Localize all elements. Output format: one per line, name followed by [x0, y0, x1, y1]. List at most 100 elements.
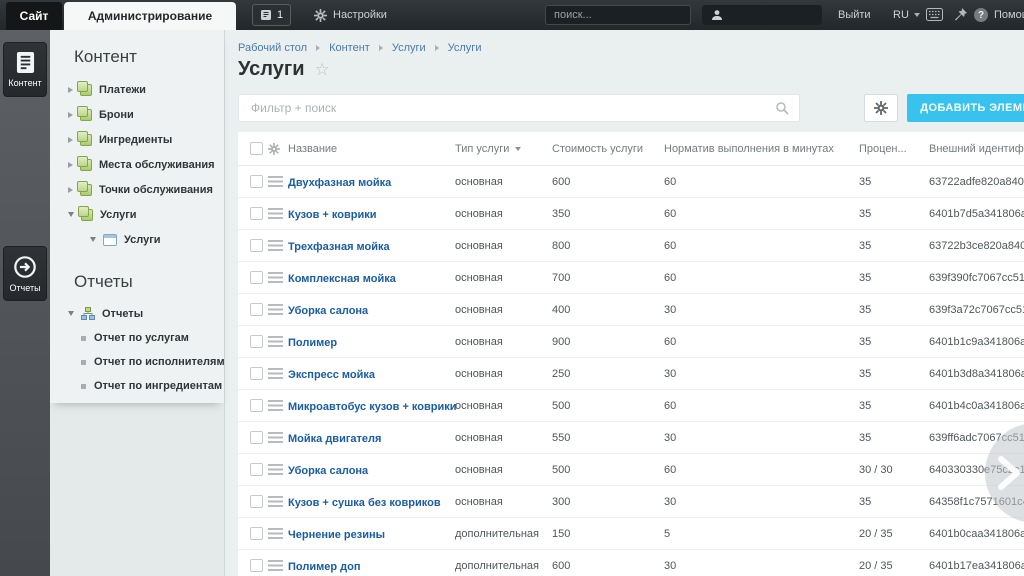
page-title: Услуги [238, 58, 305, 80]
service-name-link[interactable]: Уборка салона [288, 305, 368, 317]
service-type: дополнительная [455, 527, 539, 540]
search-icon[interactable] [775, 101, 789, 115]
table-row[interactable]: Чернение резины дополнительная 150 5 20 … [238, 518, 1024, 550]
table-row[interactable]: Комплексная мойка основная 700 60 35 639… [238, 262, 1024, 294]
sidebar-item[interactable]: Услуги [50, 202, 224, 227]
row-menu-icon[interactable] [268, 176, 283, 187]
breadcrumb-link[interactable]: Контент [329, 42, 370, 54]
row-checkbox[interactable] [250, 271, 263, 284]
language-selector[interactable]: RU [893, 0, 920, 30]
row-checkbox[interactable] [250, 239, 263, 252]
row-checkbox[interactable] [250, 559, 263, 572]
column-header-external-id[interactable]: Внешний идентификатор [929, 143, 1024, 155]
keyboard-icon[interactable] [926, 8, 943, 21]
row-menu-icon[interactable] [268, 464, 283, 475]
row-checkbox[interactable] [250, 207, 263, 220]
row-menu-icon[interactable] [268, 336, 283, 347]
row-checkbox[interactable] [250, 367, 263, 380]
table-row[interactable]: Уборка салона основная 400 30 35 639f3a7… [238, 294, 1024, 326]
row-menu-icon[interactable] [268, 368, 283, 379]
sidebar-item-reports-root[interactable]: Отчеты [50, 301, 224, 326]
sidebar-item[interactable]: Брони [50, 102, 224, 127]
table-row[interactable]: Двухфазная мойка основная 600 60 35 6372… [238, 166, 1024, 198]
grid-settings-button[interactable] [864, 94, 898, 122]
service-name-link[interactable]: Полимер доп [288, 561, 360, 573]
service-name-link[interactable]: Экспресс мойка [288, 369, 375, 381]
rail-item-reports[interactable]: Отчеты [3, 246, 47, 301]
service-percent: 35 [859, 399, 872, 412]
notifications-button[interactable]: 1 [252, 4, 292, 26]
table-row[interactable]: Микроавтобус кузов + коврики основная 50… [238, 390, 1024, 422]
sidebar-item[interactable]: Платежи [50, 77, 224, 102]
filter-search-input[interactable] [239, 101, 775, 115]
row-checkbox[interactable] [250, 495, 263, 508]
service-name-link[interactable]: Микроавтобус кузов + коврики [288, 401, 457, 413]
breadcrumb-link[interactable]: Услуги [392, 42, 426, 54]
tab-site[interactable]: Сайт [6, 2, 62, 30]
row-menu-icon[interactable] [268, 304, 283, 315]
breadcrumb-link[interactable]: Рабочий стол [238, 42, 307, 54]
table-row[interactable]: Полимер основная 900 60 35 6401b1c9a3418… [238, 326, 1024, 358]
service-cost: 700 [552, 271, 571, 284]
table-row[interactable]: Экспресс мойка основная 250 30 35 6401b3… [238, 358, 1024, 390]
row-checkbox[interactable] [250, 335, 263, 348]
sidebar-report-item[interactable]: Отчет по ингредиентам [50, 374, 224, 398]
sidebar-report-item[interactable]: Отчет по услугам [50, 326, 224, 350]
add-element-button[interactable]: ДОБАВИТЬ ЭЛЕМЕНТ [907, 94, 1024, 122]
column-header-type[interactable]: Тип услуги [455, 143, 552, 155]
column-header-percent[interactable]: Процен... [859, 143, 929, 155]
sidebar-item[interactable]: Ингредиенты [50, 127, 224, 152]
breadcrumb-link[interactable]: Услуги [448, 42, 482, 54]
row-menu-icon[interactable] [268, 240, 283, 251]
table-row[interactable]: Мойка двигателя основная 550 30 35 639ff… [238, 422, 1024, 454]
row-checkbox[interactable] [250, 303, 263, 316]
service-name-link[interactable]: Трехфазная мойка [288, 241, 390, 253]
sidebar-report-item[interactable]: Отчет по исполнителям [50, 350, 225, 374]
row-checkbox[interactable] [250, 175, 263, 188]
table-row[interactable]: Уборка салона основная 500 60 30 / 30 64… [238, 454, 1024, 486]
service-name-link[interactable]: Мойка двигателя [288, 433, 381, 445]
row-menu-icon[interactable] [268, 272, 283, 283]
gear-icon[interactable] [268, 142, 280, 155]
table-row[interactable]: Полимер доп дополнительная 600 30 20 / 3… [238, 550, 1024, 576]
logout-link[interactable]: Выйти [838, 0, 871, 30]
sidebar-item[interactable]: Точки обслуживания [50, 177, 224, 202]
service-percent: 35 [859, 207, 872, 220]
rail-item-content[interactable]: Контент [3, 42, 47, 97]
row-checkbox[interactable] [250, 431, 263, 444]
service-name-link[interactable]: Уборка салона [288, 465, 368, 477]
sidebar-item[interactable]: Места обслуживания [50, 152, 224, 177]
favorite-star-icon[interactable]: ☆ [315, 61, 330, 78]
row-checkbox[interactable] [250, 463, 263, 476]
row-menu-icon[interactable] [268, 400, 283, 411]
user-menu[interactable] [702, 5, 822, 25]
tab-admin[interactable]: Администрирование [64, 2, 236, 30]
help-link[interactable]: ? Помощь [974, 0, 1024, 30]
service-name-link[interactable]: Двухфазная мойка [288, 177, 391, 189]
service-name-link[interactable]: Полимер [288, 337, 337, 349]
row-menu-icon[interactable] [268, 496, 283, 507]
row-checkbox[interactable] [250, 527, 263, 540]
row-menu-icon[interactable] [268, 208, 283, 219]
settings-button[interactable]: Настройки [314, 0, 387, 30]
table-row[interactable]: Трехфазная мойка основная 800 60 35 6372… [238, 230, 1024, 262]
sidebar-item-uslugi-sub[interactable]: Услуги [50, 227, 224, 252]
service-name-link[interactable]: Чернение резины [288, 529, 385, 541]
service-name-link[interactable]: Комплексная мойка [288, 273, 396, 285]
column-header-cost[interactable]: Стоимость услуги [552, 143, 664, 155]
column-header-norm[interactable]: Норматив выполнения в минутах [664, 143, 859, 155]
row-checkbox[interactable] [250, 399, 263, 412]
table-row[interactable]: Кузов + сушка без ковриков основная 300 … [238, 486, 1024, 518]
select-all-checkbox[interactable] [250, 142, 263, 155]
pin-icon[interactable] [953, 7, 968, 22]
service-name-link[interactable]: Кузов + сушка без ковриков [288, 497, 441, 509]
column-header-name[interactable]: Название [288, 143, 455, 155]
topbar-search-input[interactable] [546, 9, 704, 21]
service-name-link[interactable]: Кузов + коврики [288, 209, 377, 221]
service-norm: 60 [664, 207, 677, 220]
service-external-id: 6401b7d5a341806a68 [929, 207, 1024, 220]
row-menu-icon[interactable] [268, 528, 283, 539]
row-menu-icon[interactable] [268, 432, 283, 443]
row-menu-icon[interactable] [268, 560, 283, 571]
table-row[interactable]: Кузов + коврики основная 350 60 35 6401b… [238, 198, 1024, 230]
